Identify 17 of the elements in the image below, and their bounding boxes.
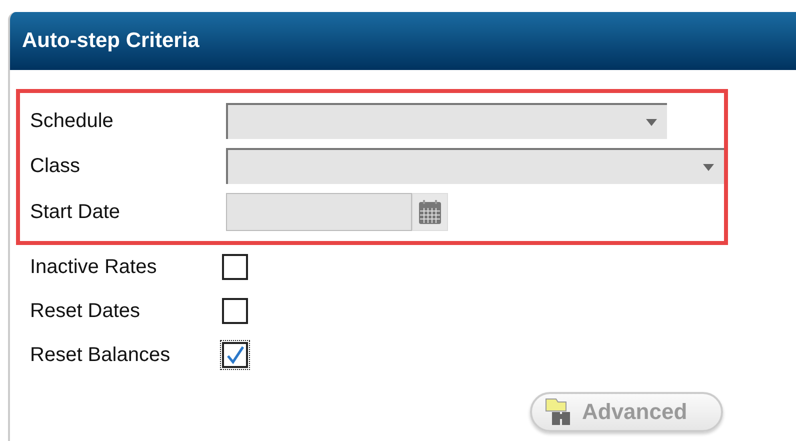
calendar-icon bbox=[417, 198, 443, 226]
panel-title: Auto-step Criteria bbox=[22, 29, 200, 53]
checkbox-label: Reset Balances bbox=[30, 344, 172, 366]
caret-icon bbox=[703, 164, 714, 170]
checkmark-icon bbox=[224, 344, 246, 366]
checkbox[interactable] bbox=[220, 296, 250, 326]
caret-icon bbox=[646, 118, 657, 126]
dropdown-field[interactable] bbox=[226, 148, 724, 184]
calendar-button[interactable] bbox=[412, 193, 448, 231]
checkbox-label: Inactive Rates bbox=[30, 256, 158, 278]
checkbox[interactable] bbox=[220, 252, 250, 282]
dropdown-field[interactable] bbox=[226, 103, 667, 139]
field-label: Start Date bbox=[30, 200, 122, 224]
field-label: Class bbox=[30, 154, 82, 178]
checkbox-label: Reset Dates bbox=[30, 300, 142, 322]
checkbox[interactable] bbox=[220, 340, 250, 370]
field-label: Schedule bbox=[30, 110, 114, 132]
